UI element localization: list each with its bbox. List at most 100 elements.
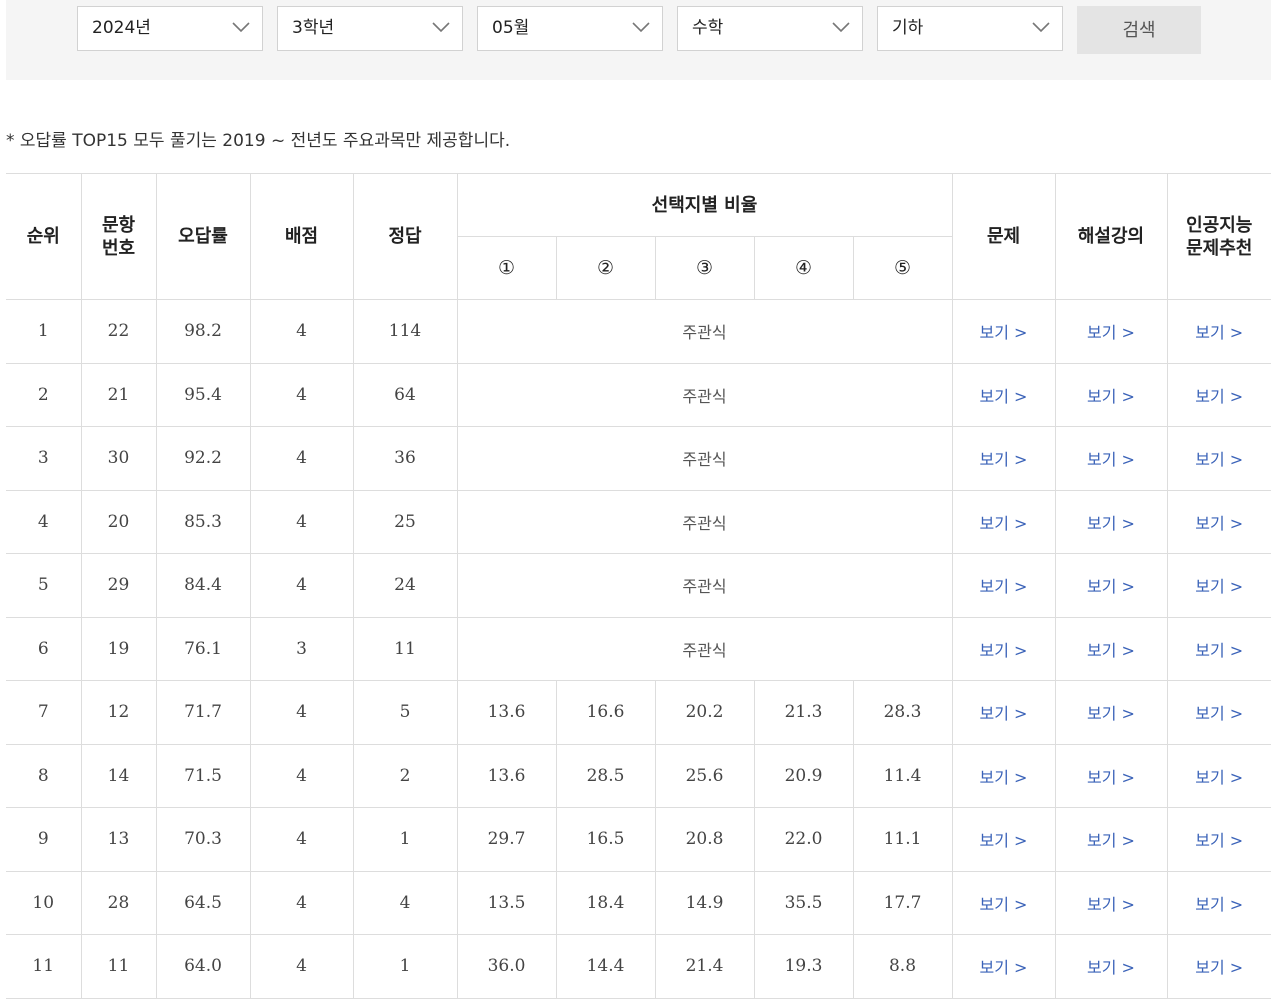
month-select[interactable]: 05월	[477, 6, 663, 51]
points-cell: 4	[249, 362, 354, 427]
lecture-cell: 보기 >	[1054, 870, 1168, 935]
rank-cell: 3	[6, 426, 82, 491]
choice-ratio-cell-5: 11.1	[852, 807, 953, 872]
question-number-cell: 11	[80, 934, 157, 999]
ai-recommend-cell: 보기 >	[1166, 616, 1271, 681]
view-ai-recommend-link[interactable]: 보기 >	[1195, 641, 1243, 660]
header-problem: 문제	[951, 173, 1056, 300]
rank-cell: 7	[6, 680, 82, 745]
grade-select[interactable]: 3학년	[277, 6, 463, 51]
rank-cell: 10	[6, 870, 82, 935]
ai-recommend-cell: 보기 >	[1166, 870, 1271, 935]
year-select[interactable]: 2024년	[77, 6, 263, 51]
answer-cell: 5	[352, 680, 458, 745]
header-choice-3: ③	[654, 236, 755, 300]
header-choice-2: ②	[555, 236, 656, 300]
table-row: 8 14 71.5 4 2 13.6 28.5 25.6 20.9 11.4 보기 > 보기 > 보기 …	[6, 743, 1271, 808]
sub-subject-select[interactable]: 기하	[877, 6, 1063, 51]
view-lecture-link[interactable]: 보기 >	[1087, 958, 1135, 977]
view-ai-recommend-link[interactable]: 보기 >	[1195, 704, 1243, 723]
question-number-cell: 20	[80, 489, 157, 554]
ai-recommend-cell: 보기 >	[1166, 807, 1271, 872]
view-ai-recommend-link[interactable]: 보기 >	[1195, 514, 1243, 533]
view-problem-link[interactable]: 보기 >	[980, 641, 1028, 660]
choice-ratio-cell-2: 18.4	[555, 870, 656, 935]
choice-ratio-cell-4: 20.9	[753, 743, 854, 808]
view-lecture-link[interactable]: 보기 >	[1087, 387, 1135, 406]
problem-cell: 보기 >	[951, 362, 1056, 427]
choice-ratio-cell-2: 28.5	[555, 743, 656, 808]
lecture-cell: 보기 >	[1054, 426, 1168, 491]
choice-ratio-cell-1: 29.7	[456, 807, 557, 872]
header-lecture: 해설강의	[1054, 173, 1168, 300]
view-ai-recommend-link[interactable]: 보기 >	[1195, 958, 1243, 977]
choice-ratio-cell-2: 14.4	[555, 934, 656, 999]
ai-recommend-cell: 보기 >	[1166, 489, 1271, 554]
view-ai-recommend-link[interactable]: 보기 >	[1195, 768, 1243, 787]
header-choice-4: ④	[753, 236, 854, 300]
subjective-cell: 주관식	[456, 616, 953, 681]
view-lecture-link[interactable]: 보기 >	[1087, 450, 1135, 469]
lecture-cell: 보기 >	[1054, 553, 1168, 618]
problem-cell: 보기 >	[951, 426, 1056, 491]
view-ai-recommend-link[interactable]: 보기 >	[1195, 831, 1243, 850]
answer-cell: 114	[352, 299, 458, 364]
lecture-cell: 보기 >	[1054, 616, 1168, 681]
view-problem-link[interactable]: 보기 >	[980, 450, 1028, 469]
ai-recommend-cell: 보기 >	[1166, 680, 1271, 745]
view-ai-recommend-link[interactable]: 보기 >	[1195, 387, 1243, 406]
view-ai-recommend-link[interactable]: 보기 >	[1195, 895, 1243, 914]
choice-ratio-cell-1: 13.6	[456, 743, 557, 808]
view-ai-recommend-link[interactable]: 보기 >	[1195, 323, 1243, 342]
view-lecture-link[interactable]: 보기 >	[1087, 641, 1135, 660]
lecture-cell: 보기 >	[1054, 489, 1168, 554]
rank-cell: 5	[6, 553, 82, 618]
table-row: 10 28 64.5 4 4 13.5 18.4 14.9 35.5 17.7 보기 > 보기 > 보기…	[6, 870, 1271, 935]
choice-ratio-cell-3: 20.8	[654, 807, 755, 872]
choice-ratio-cell-5: 17.7	[852, 870, 953, 935]
view-lecture-link[interactable]: 보기 >	[1087, 704, 1135, 723]
question-number-cell: 21	[80, 362, 157, 427]
view-ai-recommend-link[interactable]: 보기 >	[1195, 577, 1243, 596]
error-rate-cell: 70.3	[155, 807, 251, 872]
view-lecture-link[interactable]: 보기 >	[1087, 768, 1135, 787]
view-ai-recommend-link[interactable]: 보기 >	[1195, 450, 1243, 469]
rank-cell: 11	[6, 934, 82, 999]
view-problem-link[interactable]: 보기 >	[980, 958, 1028, 977]
problem-cell: 보기 >	[951, 489, 1056, 554]
rank-cell: 2	[6, 362, 82, 427]
question-number-cell: 13	[80, 807, 157, 872]
choice-ratio-cell-5: 28.3	[852, 680, 953, 745]
view-lecture-link[interactable]: 보기 >	[1087, 323, 1135, 342]
answer-cell: 25	[352, 489, 458, 554]
view-lecture-link[interactable]: 보기 >	[1087, 895, 1135, 914]
view-lecture-link[interactable]: 보기 >	[1087, 831, 1135, 850]
error-rate-cell: 76.1	[155, 616, 251, 681]
header-choice-5: ⑤	[852, 236, 952, 300]
view-problem-link[interactable]: 보기 >	[980, 895, 1028, 914]
table-body: 1 22 98.2 4 114 주관식 보기 > 보기 > 보기 >2 21 95.4 4 64 주관식 보…	[6, 299, 1271, 999]
view-lecture-link[interactable]: 보기 >	[1087, 577, 1135, 596]
table-row: 2 21 95.4 4 64 주관식 보기 > 보기 > 보기 >	[6, 362, 1271, 427]
view-problem-link[interactable]: 보기 >	[980, 768, 1028, 787]
ai-recommend-cell: 보기 >	[1166, 426, 1271, 491]
problem-cell: 보기 >	[951, 616, 1056, 681]
table-row: 6 19 76.1 3 11 주관식 보기 > 보기 > 보기 >	[6, 616, 1271, 681]
search-button[interactable]: 검색	[1077, 6, 1201, 54]
subject-select-value: 수학	[692, 18, 724, 38]
choice-ratio-cell-4: 21.3	[753, 680, 854, 745]
problem-cell: 보기 >	[951, 807, 1056, 872]
view-problem-link[interactable]: 보기 >	[980, 514, 1028, 533]
subject-select[interactable]: 수학	[677, 6, 863, 51]
view-problem-link[interactable]: 보기 >	[980, 577, 1028, 596]
view-problem-link[interactable]: 보기 >	[980, 704, 1028, 723]
view-problem-link[interactable]: 보기 >	[980, 831, 1028, 850]
choice-ratio-cell-1: 13.5	[456, 870, 557, 935]
ai-recommend-cell: 보기 >	[1166, 553, 1271, 618]
view-lecture-link[interactable]: 보기 >	[1087, 514, 1135, 533]
points-cell: 3	[249, 616, 354, 681]
view-problem-link[interactable]: 보기 >	[980, 387, 1028, 406]
question-number-cell: 29	[80, 553, 157, 618]
view-problem-link[interactable]: 보기 >	[980, 323, 1028, 342]
problem-cell: 보기 >	[951, 299, 1056, 364]
